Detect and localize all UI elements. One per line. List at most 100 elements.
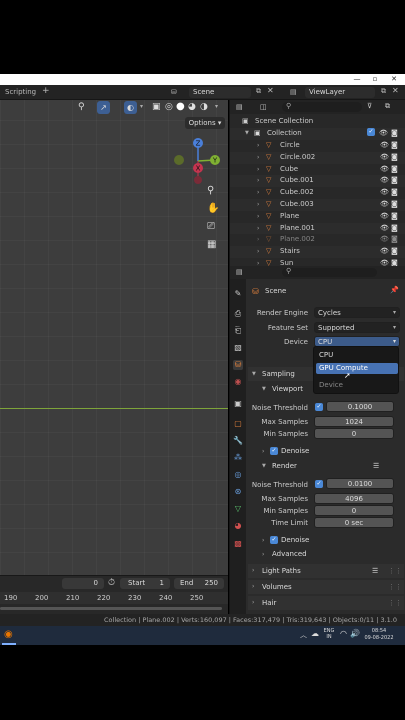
chevron-up-icon[interactable]: ︿ [300,630,307,640]
time-limit-field[interactable]: 0 sec [314,517,394,528]
frame-ruler[interactable]: 190 200 210 220 230 240 250 [0,592,228,604]
properties-search-input[interactable]: ⚲ [282,267,377,277]
render-icon[interactable]: ◙ [391,187,398,199]
collection-row[interactable]: ▼ ▣ Collection ✓ 👁 ◙ [230,128,405,140]
wireframe-shading-icon[interactable]: ◎ [165,102,173,112]
timeline-scrollbar[interactable] [0,607,222,610]
render-icon[interactable]: ◙ [391,234,398,246]
stopwatch-icon[interactable]: ⏱ [108,578,115,588]
render-engine-select[interactable]: Cycles ▾ [314,307,400,318]
device-option-gpu[interactable]: GPU Compute [316,363,398,374]
visibility-icon[interactable]: ⚲ [78,102,85,112]
scene-name-field[interactable]: Scene [189,87,251,98]
chevron-down-icon[interactable]: ▼ [245,128,249,140]
outliner-item[interactable]: › ▽ Cube 👁 ◙ [230,164,405,176]
r-denoise-row[interactable]: › ✓ Denoise [256,534,404,547]
3d-viewport[interactable]: ⚲ ↗ ◐ ▾ ▣ ◎ ● ◕ ◑ ▾ Options ▾ Z Y X ⚲ ✋ … [0,100,228,577]
chevron-right-icon[interactable]: › [257,211,259,223]
display-mode-icon[interactable]: ◫ [260,103,267,111]
vp-min-field[interactable]: 0 [314,428,394,439]
eye-icon[interactable]: 👁 [380,223,389,235]
camera-icon[interactable]: ⎚ [207,221,215,232]
outliner-item[interactable]: › ▽ Stairs 👁 ◙ [230,246,405,258]
render-icon[interactable]: ◙ [391,152,398,164]
physics-tab-icon[interactable]: ◎ [233,470,243,480]
list-icon[interactable]: ☰ [373,460,379,473]
render-icon[interactable]: ◙ [391,223,398,235]
vp-noise-field[interactable]: 0.1000 [326,401,394,412]
eye-icon[interactable]: 👁 [380,175,389,187]
material-shading-icon[interactable]: ◕ [188,102,196,112]
outliner-item[interactable]: › ▽ Plane.002 👁 ◙ [230,234,405,246]
pin-icon[interactable]: 📌 [390,286,399,294]
outliner-item[interactable]: › ▽ Circle 👁 ◙ [230,140,405,152]
start-frame-field[interactable]: Start 1 [120,578,170,589]
outliner-item[interactable]: › ▽ Cube.003 👁 ◙ [230,199,405,211]
render-icon[interactable]: ◙ [391,128,398,140]
chevron-right-icon[interactable]: › [257,140,259,152]
delete-viewlayer-icon[interactable]: ✕ [392,86,399,95]
vp-denoise-checkbox[interactable]: ✓ [270,447,278,455]
advanced-subpanel-header[interactable]: › Advanced [256,548,404,561]
outliner-item[interactable]: › ▽ Plane.001 👁 ◙ [230,222,405,235]
render-icon[interactable]: ◙ [391,164,398,176]
eye-icon[interactable]: 👁 [380,187,389,199]
eye-icon[interactable]: 👁 [380,199,389,211]
volumes-panel-header[interactable]: › Volumes ⋮⋮ [248,580,404,594]
vp-denoise-row[interactable]: › ✓ Denoise [256,445,404,458]
outliner-search-input[interactable]: ⚲ [282,102,362,112]
blender-app-icon[interactable]: ◉ [4,629,13,640]
close-icon[interactable]: ✕ [387,74,401,85]
eye-icon[interactable]: 👁 [380,140,389,152]
render-icon[interactable]: ◙ [391,211,398,223]
xray-icon[interactable]: ▣ [152,102,161,112]
r-min-field[interactable]: 0 [314,505,394,516]
viewlayer-icon[interactable]: ▤ [290,88,297,96]
tab-scripting[interactable]: Scripting [5,88,36,96]
outliner-editor-icon[interactable]: ▤ [236,103,243,111]
hair-panel-header[interactable]: › Hair ⋮⋮ [248,596,404,610]
r-max-field[interactable]: 4096 [314,493,394,504]
chevron-right-icon[interactable]: › [257,234,259,246]
outliner-item[interactable]: › ▽ Plane 👁 ◙ [230,211,405,223]
feature-set-select[interactable]: Supported ▾ [314,322,400,333]
drag-handle-icon[interactable]: ⋮⋮ [388,580,402,594]
solid-shading-icon[interactable]: ● [176,101,185,112]
end-frame-field[interactable]: End 250 [174,578,224,589]
render-icon[interactable]: ◙ [391,140,398,152]
render-icon[interactable]: ◙ [391,246,398,258]
gizmo-icon[interactable]: ↗ [97,101,110,114]
texture-tab-icon[interactable]: ▩ [233,539,243,549]
drag-handle-icon[interactable]: ⋮⋮ [388,596,402,610]
render-subpanel-header[interactable]: ▼ Render ☰ [256,460,404,473]
chevron-right-icon[interactable]: › [257,175,259,187]
new-viewlayer-icon[interactable]: ⧉ [381,87,386,96]
pan-hand-icon[interactable]: ✋ [207,203,219,214]
filter-icon[interactable]: ⊽ [367,102,372,110]
view-layer-field[interactable]: ViewLayer [305,87,375,98]
timeline[interactable]: 0 ⏱ Start 1 End 250 190 200 210 220 230 … [0,575,228,615]
cloud-icon[interactable]: ☁ [311,629,319,638]
light-paths-panel-header[interactable]: › Light Paths ☰ ⋮⋮ [248,564,404,578]
outliner-item[interactable]: › ▽ Circle.002 👁 ◙ [230,151,405,164]
new-collection-icon[interactable]: ⧉ [385,102,390,111]
new-scene-icon[interactable]: ⧉ [256,87,261,96]
tool-tab-icon[interactable]: ✎ [233,289,243,299]
grid-icon[interactable]: ▦ [207,239,216,250]
current-frame-field[interactable]: 0 [62,578,104,589]
chevron-right-icon[interactable]: › [257,152,259,164]
chevron-right-icon[interactable]: › [257,199,259,211]
device-option-cpu[interactable]: CPU [316,350,398,361]
chevron-right-icon[interactable]: › [257,164,259,176]
options-dropdown[interactable]: Options ▾ [185,117,225,129]
r-noise-checkbox[interactable]: ✓ [315,480,323,488]
outliner-item[interactable]: › ▽ Cube.001 👁 ◙ [230,175,405,188]
render-icon[interactable]: ◙ [391,199,398,211]
eye-icon[interactable]: 👁 [379,128,388,140]
delete-scene-icon[interactable]: ✕ [267,86,274,95]
chevron-right-icon[interactable]: › [257,187,259,199]
properties-editor-icon[interactable]: ▤ [236,268,243,276]
world-tab-icon[interactable]: ◉ [233,377,243,387]
minimize-icon[interactable]: — [350,74,364,85]
shading-chevron-icon[interactable]: ▾ [215,103,218,110]
